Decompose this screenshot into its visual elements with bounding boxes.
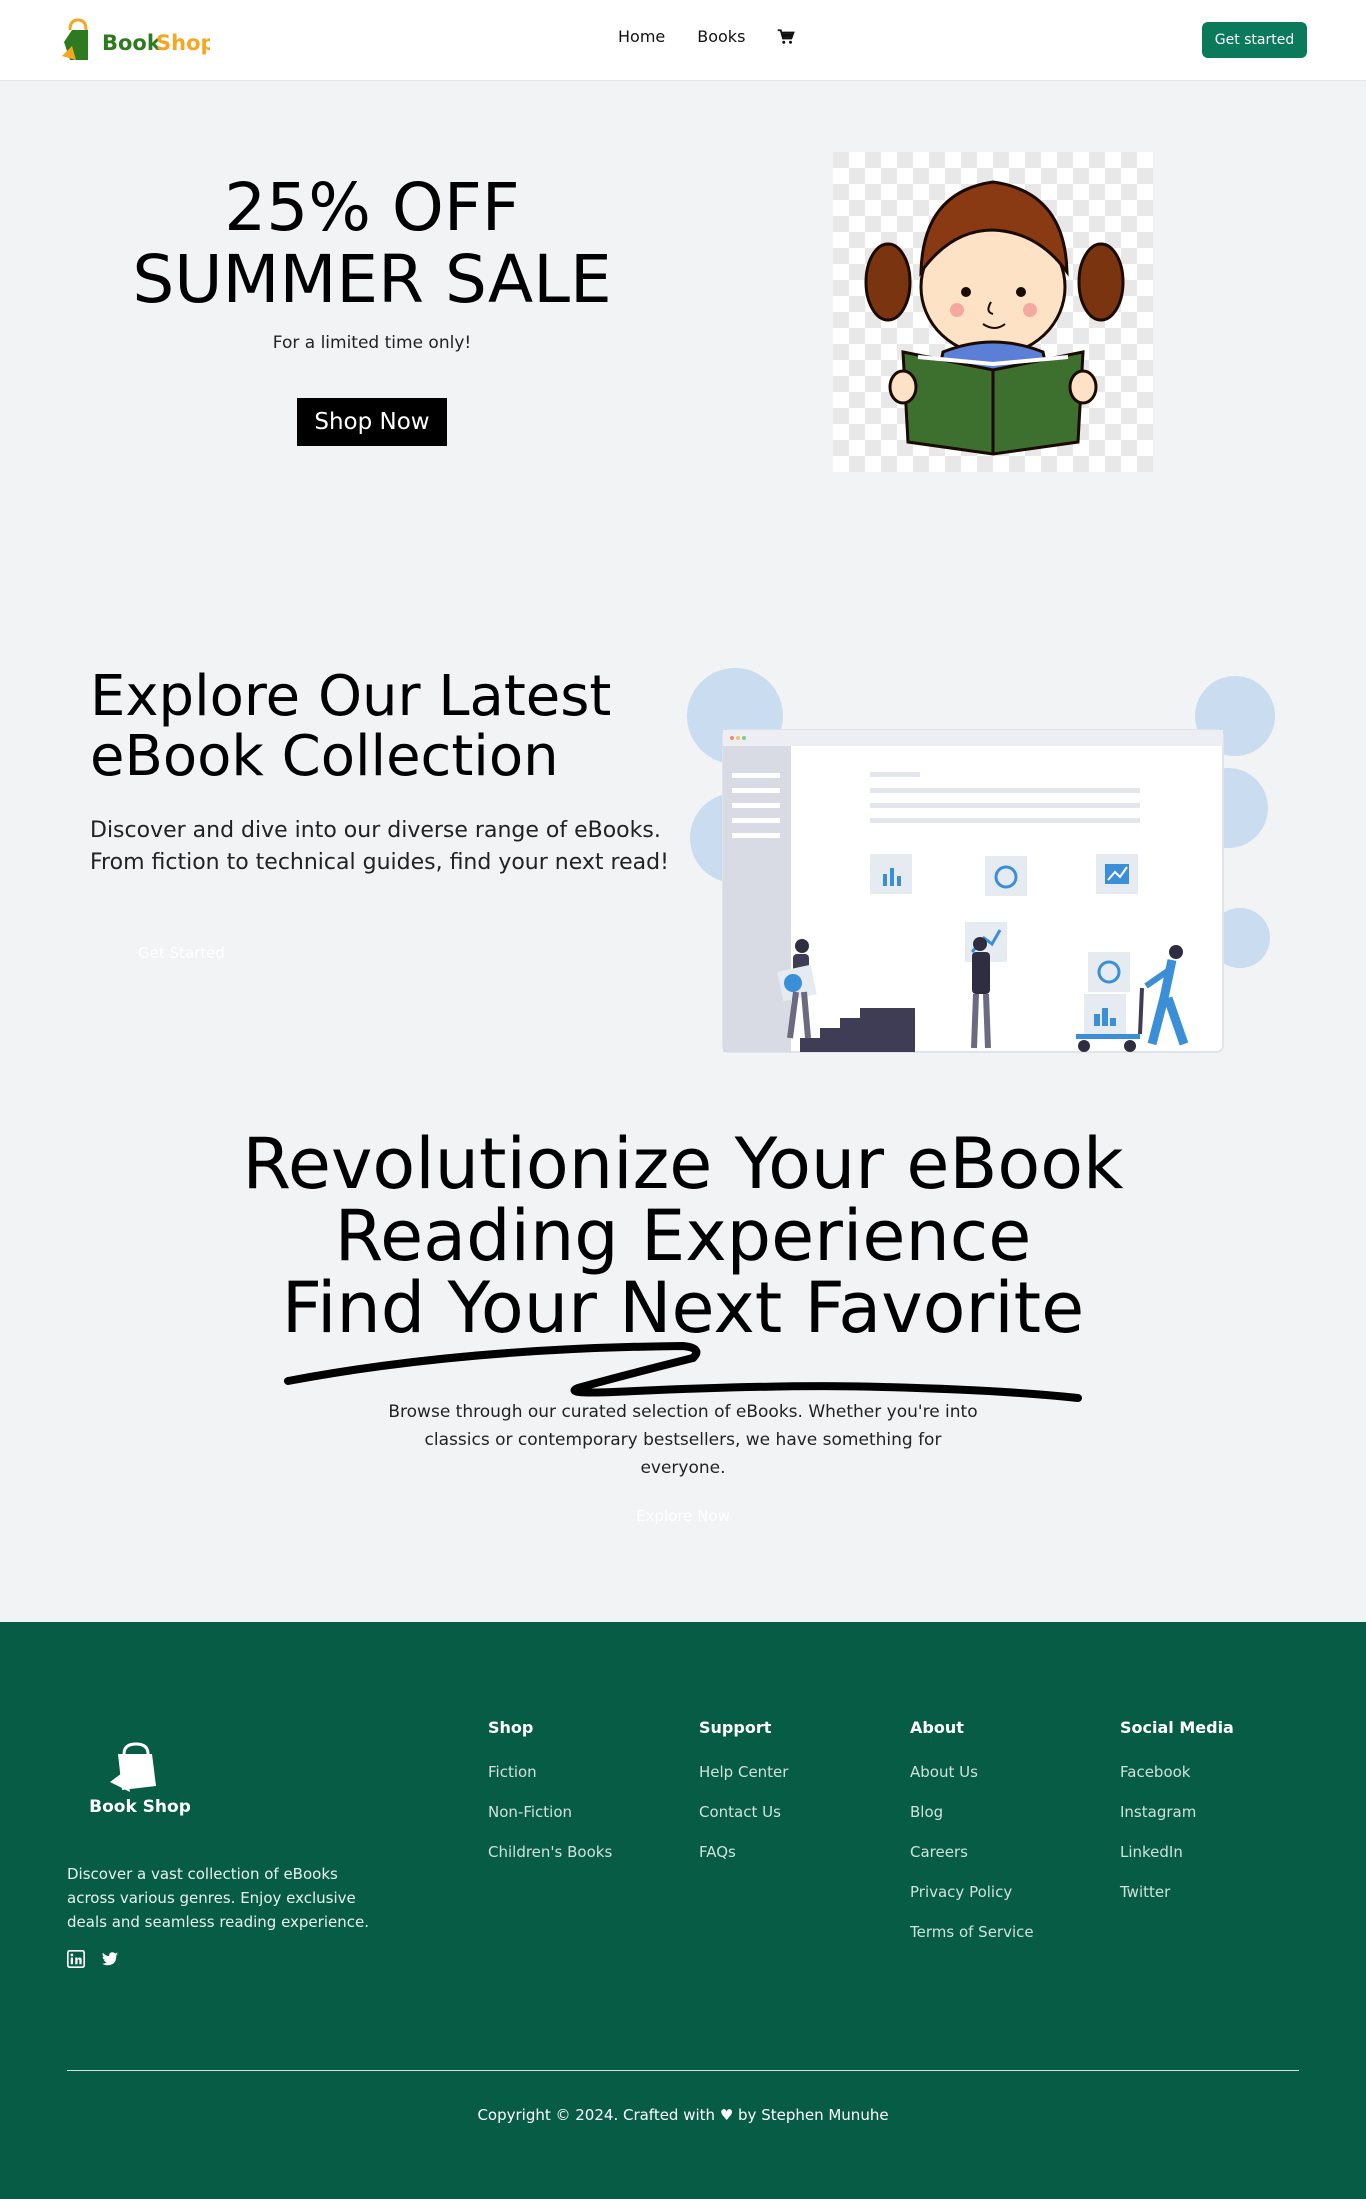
- footer-link-instagram[interactable]: Instagram: [1120, 1803, 1234, 1821]
- cart-icon[interactable]: [777, 28, 796, 46]
- footer-column-support: Support Help Center Contact Us FAQs: [699, 1718, 788, 1883]
- footer-link-faqs[interactable]: FAQs: [699, 1843, 788, 1861]
- footer-link-blog[interactable]: Blog: [910, 1803, 1034, 1821]
- footer-description: Discover a vast collection of eBooks acr…: [67, 1865, 369, 1931]
- hero-title-line-1: 25% OFF: [224, 169, 520, 246]
- revolution-title: Revolutionize Your eBook Reading Experie…: [183, 1128, 1183, 1344]
- footer-column-title: Support: [699, 1718, 772, 1737]
- get-started-button[interactable]: Get started: [1202, 22, 1307, 58]
- footer-logo-text: Book Shop: [90, 1797, 190, 1817]
- nav-home-link[interactable]: Home: [618, 27, 665, 46]
- nav-links: Home Books: [618, 27, 796, 46]
- logo-word-shop: Shop: [156, 31, 210, 55]
- footer-divider: [67, 2070, 1299, 2071]
- footer-link-fiction[interactable]: Fiction: [488, 1763, 612, 1781]
- linkedin-icon[interactable]: [67, 1950, 85, 1968]
- hero-title-line-2: SUMMER SALE: [132, 241, 612, 318]
- brush-underline-swoosh: [284, 1341, 1082, 1402]
- footer-link-help-center[interactable]: Help Center: [699, 1763, 788, 1781]
- footer-link-non-fiction[interactable]: Non-Fiction: [488, 1803, 612, 1821]
- footer-link-privacy-policy[interactable]: Privacy Policy: [910, 1883, 1034, 1901]
- footer-link-twitter[interactable]: Twitter: [1120, 1883, 1234, 1901]
- explore-title-line-2: eBook Collection: [90, 724, 559, 789]
- footer-link-terms-of-service[interactable]: Terms of Service: [910, 1923, 1034, 1941]
- footer-column-social-media: Social Media Facebook Instagram LinkedIn…: [1120, 1718, 1234, 1923]
- logo-word-book: Book: [102, 31, 162, 55]
- footer-social-icons: [67, 1950, 119, 1968]
- footer-logo[interactable]: Book Shop: [90, 1740, 190, 1820]
- footer-link-contact-us[interactable]: Contact Us: [699, 1803, 788, 1821]
- revolution-description-line-2: classics or contemporary bestsellers, we…: [424, 1430, 942, 1478]
- girl-reading-book-illustration: [833, 152, 1153, 472]
- footer-column-title: Shop: [488, 1718, 534, 1737]
- revolution-title-line-2: Reading Experience: [334, 1195, 1032, 1277]
- nav-books-link[interactable]: Books: [697, 27, 745, 46]
- book-shop-logo[interactable]: Book Shop: [62, 16, 210, 64]
- get-started-link[interactable]: Get Started: [138, 944, 225, 962]
- footer-column-about: About About Us Blog Careers Privacy Poli…: [910, 1718, 1034, 1963]
- footer-link-facebook[interactable]: Facebook: [1120, 1763, 1234, 1781]
- hero-subtitle: For a limited time only!: [272, 333, 472, 353]
- shop-now-button[interactable]: Shop Now: [297, 398, 447, 446]
- footer-copyright: Copyright © 2024. Crafted with ♥ by Step…: [477, 2106, 889, 2124]
- explore-description-line-2: From fiction to technical guides, find y…: [90, 850, 669, 875]
- revolution-description: Browse through our curated selection of …: [383, 1398, 983, 1482]
- footer-link-about-us[interactable]: About Us: [910, 1763, 1034, 1781]
- footer-column-title: Social Media: [1120, 1718, 1234, 1737]
- footer-link-careers[interactable]: Careers: [910, 1843, 1034, 1861]
- explore-title: Explore Our Latest eBook Collection: [90, 667, 690, 787]
- footer-link-childrens-books[interactable]: Children's Books: [488, 1843, 612, 1861]
- revolution-title-line-1: Revolutionize Your eBook: [242, 1123, 1124, 1205]
- explore-description: Discover and dive into our diverse range…: [90, 815, 690, 879]
- explore-title-line-1: Explore Our Latest: [90, 664, 612, 729]
- hero-title: 25% OFF SUMMER SALE: [72, 172, 672, 316]
- explore-description-line-1: Discover and dive into our diverse range…: [90, 818, 661, 843]
- explore-now-link[interactable]: Explore Now: [583, 1507, 783, 1525]
- revolution-description-line-1: Browse through our curated selection of …: [388, 1402, 978, 1422]
- top-nav: Book Shop Home Books Get started: [0, 0, 1366, 81]
- footer-column-shop: Shop Fiction Non-Fiction Children's Book…: [488, 1718, 612, 1883]
- footer-link-linkedin[interactable]: LinkedIn: [1120, 1843, 1234, 1861]
- footer-column-title: About: [910, 1718, 964, 1737]
- footer: Book Shop Discover a vast collection of …: [0, 1622, 1366, 2199]
- twitter-icon[interactable]: [101, 1950, 119, 1968]
- dashboard-team-illustration: [687, 668, 1275, 1053]
